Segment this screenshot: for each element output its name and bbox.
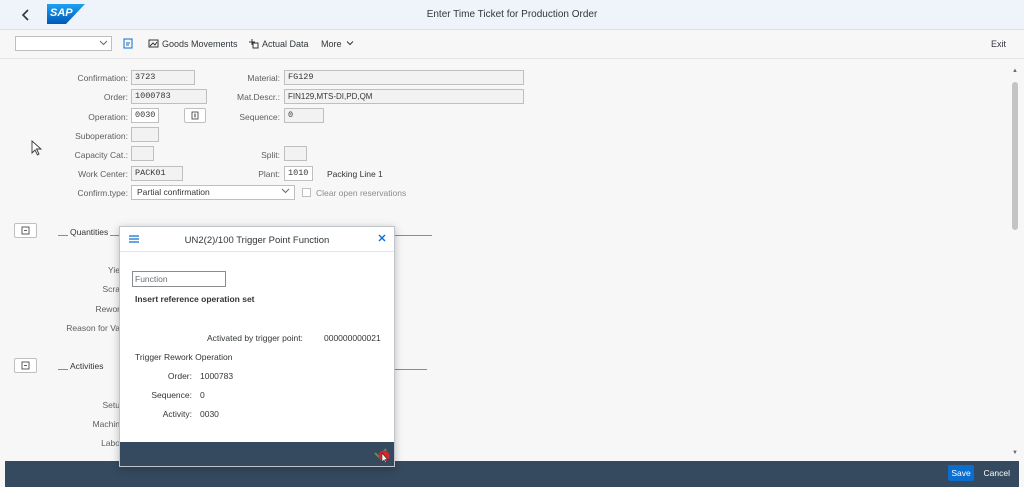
activities-divider <box>395 369 427 370</box>
capacity-cat-field[interactable] <box>131 146 154 161</box>
quantities-divider-left <box>58 235 68 236</box>
scrollbar-thumb[interactable] <box>1012 82 1018 230</box>
actual-data-button[interactable]: Actual Data <box>262 39 309 49</box>
reason-for-variance-label: Reason for Va <box>66 323 120 333</box>
work-center-field[interactable]: PACK01 <box>131 166 183 181</box>
shell-header: SAP Enter Time Ticket for Production Ord… <box>0 0 1024 30</box>
dialog-header: UN2(2)/100 Trigger Point Function <box>120 227 394 252</box>
activated-by-trigger-point-label: Activated by trigger point: <box>207 333 303 343</box>
page-title: Enter Time Ticket for Production Order <box>426 9 598 20</box>
close-icon[interactable] <box>377 232 387 246</box>
split-label: Split: <box>261 150 280 160</box>
trigger-rework-operation: Trigger Rework Operation <box>135 352 233 362</box>
activities-expand-button[interactable] <box>14 358 37 373</box>
display-change-icon[interactable] <box>123 38 134 49</box>
dialog-order-value: 1000783 <box>200 371 234 381</box>
machine-label: Machin <box>92 419 120 429</box>
chevron-down-icon <box>346 41 354 46</box>
confirm-type-value: Partial confirmation <box>137 187 210 197</box>
confirm-type-label: Confirm.type: <box>77 188 128 198</box>
chevron-down-icon <box>99 38 108 49</box>
goods-movements-icon <box>148 38 159 49</box>
material-label: Material: <box>247 73 280 83</box>
confirmation-field[interactable]: 3723 <box>131 70 195 85</box>
plant-description: Packing Line 1 <box>327 169 383 179</box>
dialog-sequence-value: 0 <box>200 390 205 400</box>
sequence-label: Sequence: <box>239 112 280 122</box>
scroll-down-icon[interactable]: ▼ <box>1011 450 1019 456</box>
variant-select[interactable] <box>15 36 112 51</box>
material-field[interactable]: FG129 <box>284 70 524 85</box>
clear-open-reservations-checkbox[interactable] <box>302 188 311 197</box>
dialog-order-label: Order: <box>167 371 192 381</box>
insert-reference-operation-set: Insert reference operation set <box>135 294 255 304</box>
dialog-title: UN2(2)/100 Trigger Point Function <box>184 235 330 246</box>
work-center-label: Work Center: <box>78 169 128 179</box>
capacity-cat-label: Capacity Cat.: <box>74 150 128 160</box>
activated-by-trigger-point-value: 000000000021 <box>324 333 381 343</box>
dialog-activity-label: Activity: <box>162 409 192 419</box>
quantities-title: Quantities <box>70 227 109 237</box>
order-label: Order: <box>103 92 128 102</box>
mat-descr-label: Mat.Descr.: <box>237 92 280 102</box>
split-field[interactable] <box>284 146 307 161</box>
function-input[interactable]: Function <box>132 271 226 287</box>
labor-label: Labo <box>101 438 120 448</box>
goods-movements-button[interactable]: Goods Movements <box>162 39 238 49</box>
more-label: More <box>321 39 342 49</box>
confirm-checkmark-button[interactable] <box>374 446 390 466</box>
suboperation-field[interactable] <box>131 127 159 142</box>
checkmark-icon <box>374 448 390 464</box>
suboperation-label: Suboperation: <box>75 131 128 141</box>
exit-button[interactable]: Exit <box>991 39 1006 49</box>
plant-label: Plant: <box>258 169 280 179</box>
operation-field[interactable]: 0030 <box>131 108 159 123</box>
activities-title: Activities <box>70 361 104 371</box>
value-help-icon <box>191 111 199 120</box>
collapse-icon <box>21 226 30 235</box>
rework-label: Rewor <box>95 304 120 314</box>
chevron-down-icon <box>281 186 290 199</box>
dialog-footer <box>120 442 394 466</box>
toolbar: Goods Movements Actual Data More Exit <box>0 30 1024 59</box>
clear-open-reservations-label: Clear open reservations <box>316 188 407 198</box>
collapse-icon <box>21 361 30 370</box>
dialog-activity-value: 0030 <box>200 409 219 419</box>
mouse-cursor-icon <box>31 139 43 158</box>
order-field[interactable]: 1000783 <box>131 89 207 104</box>
save-button[interactable]: Save <box>948 465 974 481</box>
activities-divider-left <box>58 369 68 370</box>
plant-field[interactable]: 1010 <box>284 166 313 181</box>
trigger-point-dialog: UN2(2)/100 Trigger Point Function Functi… <box>119 226 395 467</box>
dialog-sequence-label: Sequence: <box>151 390 192 400</box>
cancel-button[interactable]: Cancel <box>984 465 1010 481</box>
operation-label: Operation: <box>88 112 128 122</box>
more-button[interactable]: More <box>321 39 354 49</box>
actual-data-icon <box>248 38 259 49</box>
scroll-up-icon[interactable]: ▲ <box>1011 68 1019 74</box>
setup-label: Setu <box>102 400 121 410</box>
operation-value-help-button[interactable] <box>184 108 206 123</box>
scrap-label: Scra <box>102 284 120 294</box>
sequence-field[interactable]: 0 <box>284 108 324 123</box>
confirm-type-select[interactable]: Partial confirmation <box>131 185 295 200</box>
quantities-expand-button[interactable] <box>14 223 37 238</box>
mat-descr-field[interactable]: FIN129,MTS-DI,PD,QM <box>284 89 524 104</box>
vertical-scrollbar[interactable]: ▲ ▼ <box>1011 68 1019 456</box>
confirmation-label: Confirmation: <box>77 73 128 83</box>
